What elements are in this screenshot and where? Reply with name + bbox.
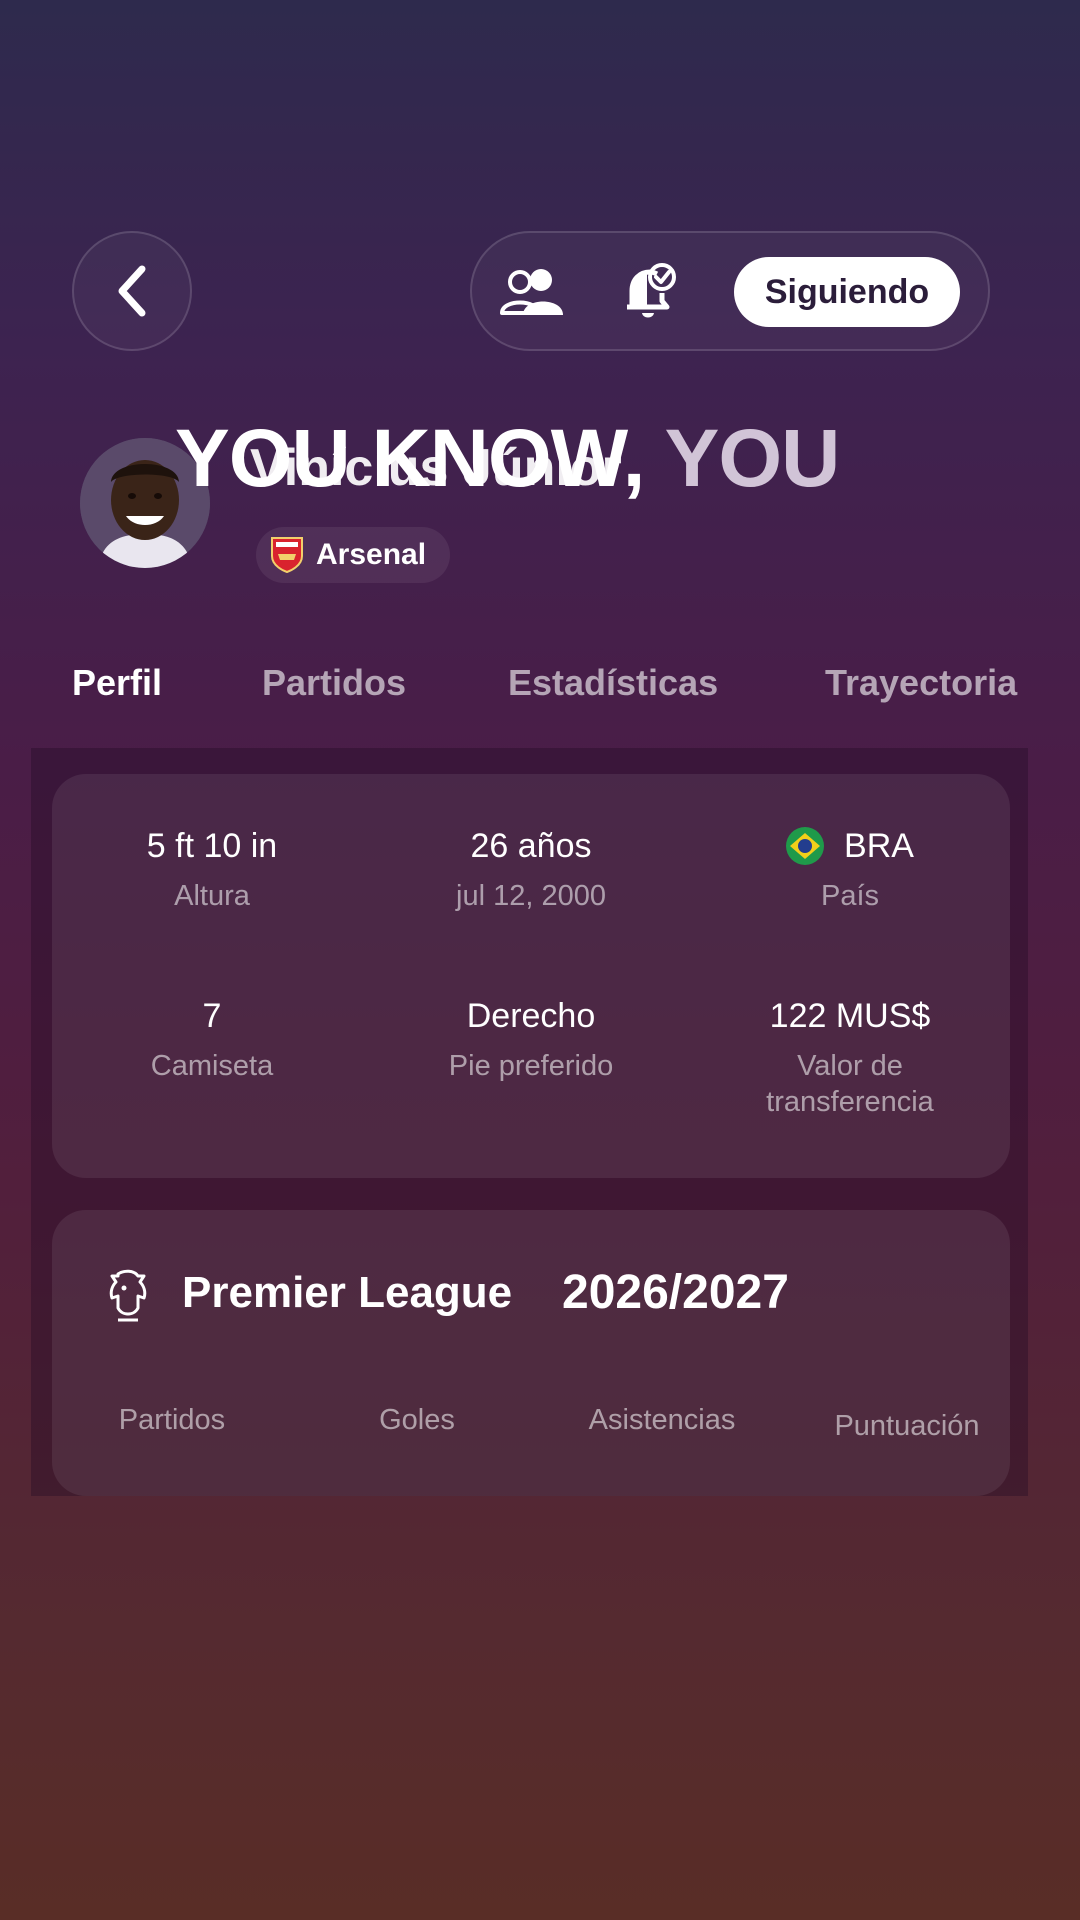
team-chip[interactable]: Arsenal — [256, 527, 450, 583]
caption-text-a: YOU KNOW, — [175, 413, 645, 504]
tab-partidos[interactable]: Partidos — [262, 662, 406, 704]
notifications-button[interactable] — [612, 255, 688, 331]
market-value-label: Valor de transferencia — [690, 1048, 1010, 1120]
tab-trayectoria[interactable]: Trayectoria — [825, 662, 1029, 704]
stat-market-value: 122 MUS$ Valor de transferencia — [690, 994, 1010, 1120]
stat-country: BRA País — [690, 824, 1010, 914]
back-button[interactable] — [72, 231, 192, 351]
stat-height: 5 ft 10 in Altura — [52, 824, 372, 914]
market-value-label-line1: Valor de — [797, 1050, 903, 1082]
market-value-label-line2: transferencia — [766, 1086, 934, 1118]
foot-label: Pie preferido — [448, 1050, 614, 1082]
league-season: 2026/2027 — [562, 1266, 789, 1319]
compare-button[interactable] — [494, 255, 570, 331]
shirt-label: Camiseta — [150, 1050, 274, 1082]
column-goles: Goles — [379, 1404, 455, 1436]
follow-button[interactable]: Siguiendo — [734, 257, 960, 327]
stat-shirt: 7 Camiseta — [52, 994, 372, 1084]
users-icon — [500, 269, 563, 315]
caption-text-b: YOU — [664, 413, 841, 504]
column-asistencias: Asistencias — [588, 1404, 736, 1436]
brazil-flag-icon — [786, 827, 825, 865]
market-value: 122 MUS$ — [769, 996, 931, 1035]
stat-age: 26 años jul 12, 2000 — [371, 824, 691, 914]
country-value: BRA — [844, 826, 914, 865]
profile-panel: 5 ft 10 in Altura 26 años jul 12, 2000 B… — [31, 748, 1028, 1496]
bell-check-icon — [627, 263, 676, 318]
team-name: Arsenal — [316, 538, 427, 571]
height-value: 5 ft 10 in — [146, 826, 278, 865]
player-info-card: 5 ft 10 in Altura 26 años jul 12, 2000 B… — [52, 774, 1010, 1178]
league-stats-card[interactable]: Premier League 2026/2027 Partidos Goles … — [52, 1210, 1010, 1496]
arsenal-crest-icon — [271, 537, 303, 574]
tab-perfil[interactable]: Perfil — [72, 662, 162, 704]
country-label: País — [820, 880, 880, 912]
birth-date: jul 12, 2000 — [456, 880, 606, 912]
stat-foot: Derecho Pie preferido — [371, 994, 691, 1084]
height-label: Altura — [174, 880, 250, 912]
column-partidos: Partidos — [118, 1404, 226, 1436]
league-name: Premier League — [182, 1268, 513, 1317]
header-actions: Siguiendo — [470, 231, 990, 351]
caption-overlay: YOU KNOW, YOU — [175, 412, 841, 506]
column-puntuacion: Puntuación — [834, 1410, 980, 1442]
shirt-value: 7 — [202, 996, 222, 1035]
age-value: 26 años — [470, 826, 592, 865]
foot-value: Derecho — [466, 996, 596, 1035]
chevron-left-icon — [118, 265, 146, 317]
premier-league-icon — [109, 1269, 147, 1322]
tab-estadisticas[interactable]: Estadísticas — [508, 662, 718, 704]
